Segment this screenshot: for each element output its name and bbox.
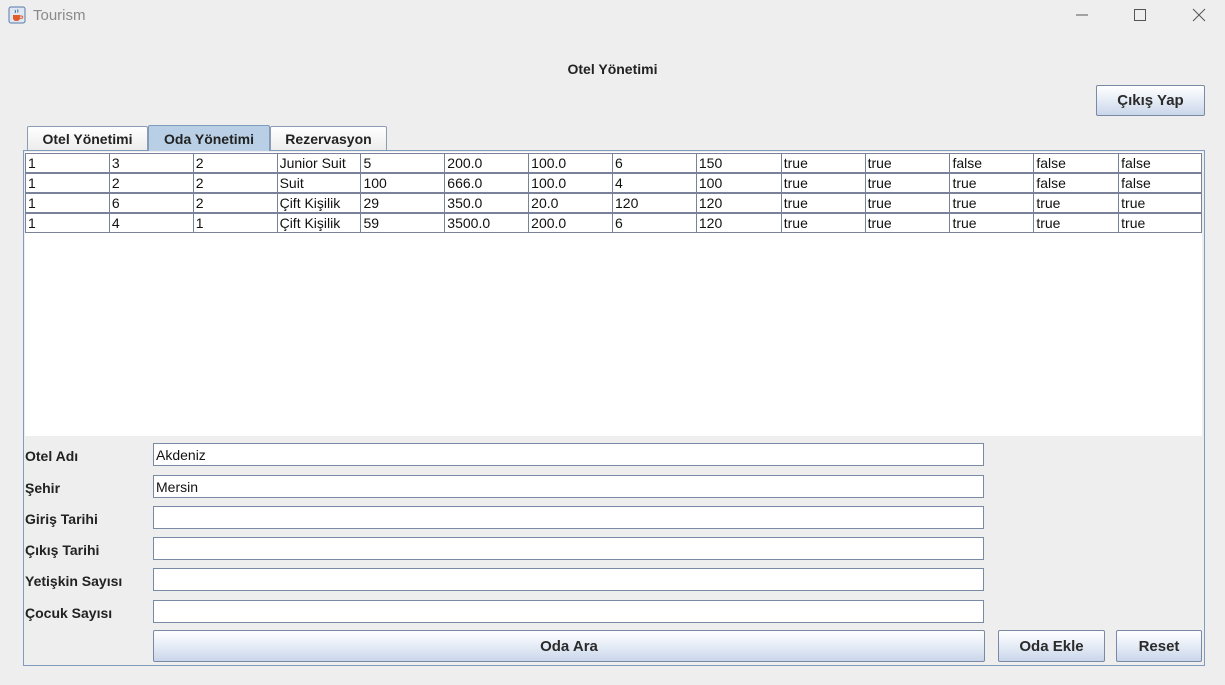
table-cell: 6 [613,214,697,232]
table-cell: 59 [361,214,446,232]
table-cell: true [866,194,951,212]
table-cell: true [1034,214,1120,232]
table-cell: true [866,214,951,232]
table-cell: true [1121,215,1146,231]
table-cell: true [782,154,866,172]
table-cell: 200.0 [529,214,614,232]
table-cell: 120 [697,194,782,212]
table-cell: true [782,194,866,212]
java-cup-icon [8,6,26,24]
table-cell: 100 [697,174,782,192]
rooms-table[interactable]: 1 3 2 Junior Suit 5 200.0 100.0 6 150 tr… [25,152,1202,436]
checkout-date-input[interactable] [153,537,984,560]
table-cell: 3 [110,154,194,172]
table-cell: false [1034,154,1120,172]
checkin-date-label: Giriş Tarihi [25,511,98,527]
table-cell: 4 [613,174,697,192]
hotel-name-input[interactable] [153,443,984,466]
checkin-date-input[interactable] [153,506,984,529]
table-cell: 1 [26,194,110,212]
search-room-button[interactable]: Oda Ara [153,630,985,662]
table-cell: true [1121,195,1146,211]
table-cell: 6 [110,194,194,212]
table-cell: true [782,174,866,192]
table-cell: 2 [194,154,278,172]
table-cell: 120 [697,214,782,232]
table-cell: 5 [361,154,446,172]
table-cell: 100.0 [529,174,614,192]
reset-button[interactable]: Reset [1116,630,1202,662]
adult-count-label: Yetişkin Sayısı [25,573,123,589]
table-row[interactable]: 1 3 2 Junior Suit 5 200.0 100.0 6 150 tr… [25,153,1202,173]
table-cell: false [1034,174,1120,192]
checkout-date-label: Çıkış Tarihi [25,542,100,558]
table-cell: 200.0 [445,154,530,172]
table-cell: 150 [697,154,782,172]
table-cell: 2 [194,174,278,192]
close-icon [1192,8,1206,22]
tab-hotel-management[interactable]: Otel Yönetimi [27,126,148,150]
table-cell: 2 [194,194,278,212]
table-cell: 100 [361,174,446,192]
table-cell: 29 [361,194,446,212]
table-cell: true [866,154,951,172]
child-count-input[interactable] [153,600,984,623]
table-cell: 1 [194,214,278,232]
table-cell: 350.0 [445,194,530,212]
window-titlebar: Tourism [0,0,1225,32]
table-cell: 666.0 [445,174,530,192]
table-cell: false [1121,175,1151,191]
table-cell: 120 [613,194,697,212]
table-cell: Çift Kişilik [278,214,362,232]
close-button[interactable] [1170,0,1225,30]
table-cell: 20.0 [529,194,614,212]
table-row[interactable]: 1 2 2 Suit 100 666.0 100.0 4 100 true tr… [25,173,1202,193]
minimize-button[interactable] [1053,0,1111,30]
adult-count-input[interactable] [153,568,984,591]
table-cell: 1 [26,154,110,172]
table-cell: false [1121,155,1151,171]
tab-reservation[interactable]: Rezervasyon [270,126,387,150]
table-cell: 2 [110,174,194,192]
table-cell: true [1034,194,1120,212]
table-cell: true [782,214,866,232]
minimize-icon [1076,14,1088,16]
table-cell: Suit [278,174,362,192]
table-row[interactable]: 1 6 2 Çift Kişilik 29 350.0 20.0 120 120… [25,193,1202,213]
window-title: Tourism [33,7,86,24]
table-cell: Çift Kişilik [278,194,362,212]
table-row[interactable]: 1 4 1 Çift Kişilik 59 3500.0 200.0 6 120… [25,213,1202,233]
table-cell: Junior Suit [278,154,362,172]
table-cell: 1 [26,214,110,232]
table-cell: 1 [26,174,110,192]
maximize-button[interactable] [1111,0,1169,30]
table-cell: false [950,154,1035,172]
tab-room-management[interactable]: Oda Yönetimi [148,125,270,151]
table-cell: true [950,214,1035,232]
maximize-icon [1134,9,1146,21]
logout-button[interactable]: Çıkış Yap [1096,85,1205,116]
city-label: Şehir [25,480,61,496]
child-count-label: Çocuk Sayısı [25,605,113,621]
table-cell: 100.0 [529,154,614,172]
table-cell: true [950,194,1035,212]
add-room-button[interactable]: Oda Ekle [998,630,1105,662]
table-cell: 3500.0 [445,214,530,232]
city-input[interactable] [153,475,984,498]
page-title: Otel Yönetimi [567,61,658,77]
table-cell: 6 [613,154,697,172]
table-cell: true [866,174,951,192]
table-cell: 4 [110,214,194,232]
table-cell: true [950,174,1035,192]
hotel-name-label: Otel Adı [25,448,79,464]
